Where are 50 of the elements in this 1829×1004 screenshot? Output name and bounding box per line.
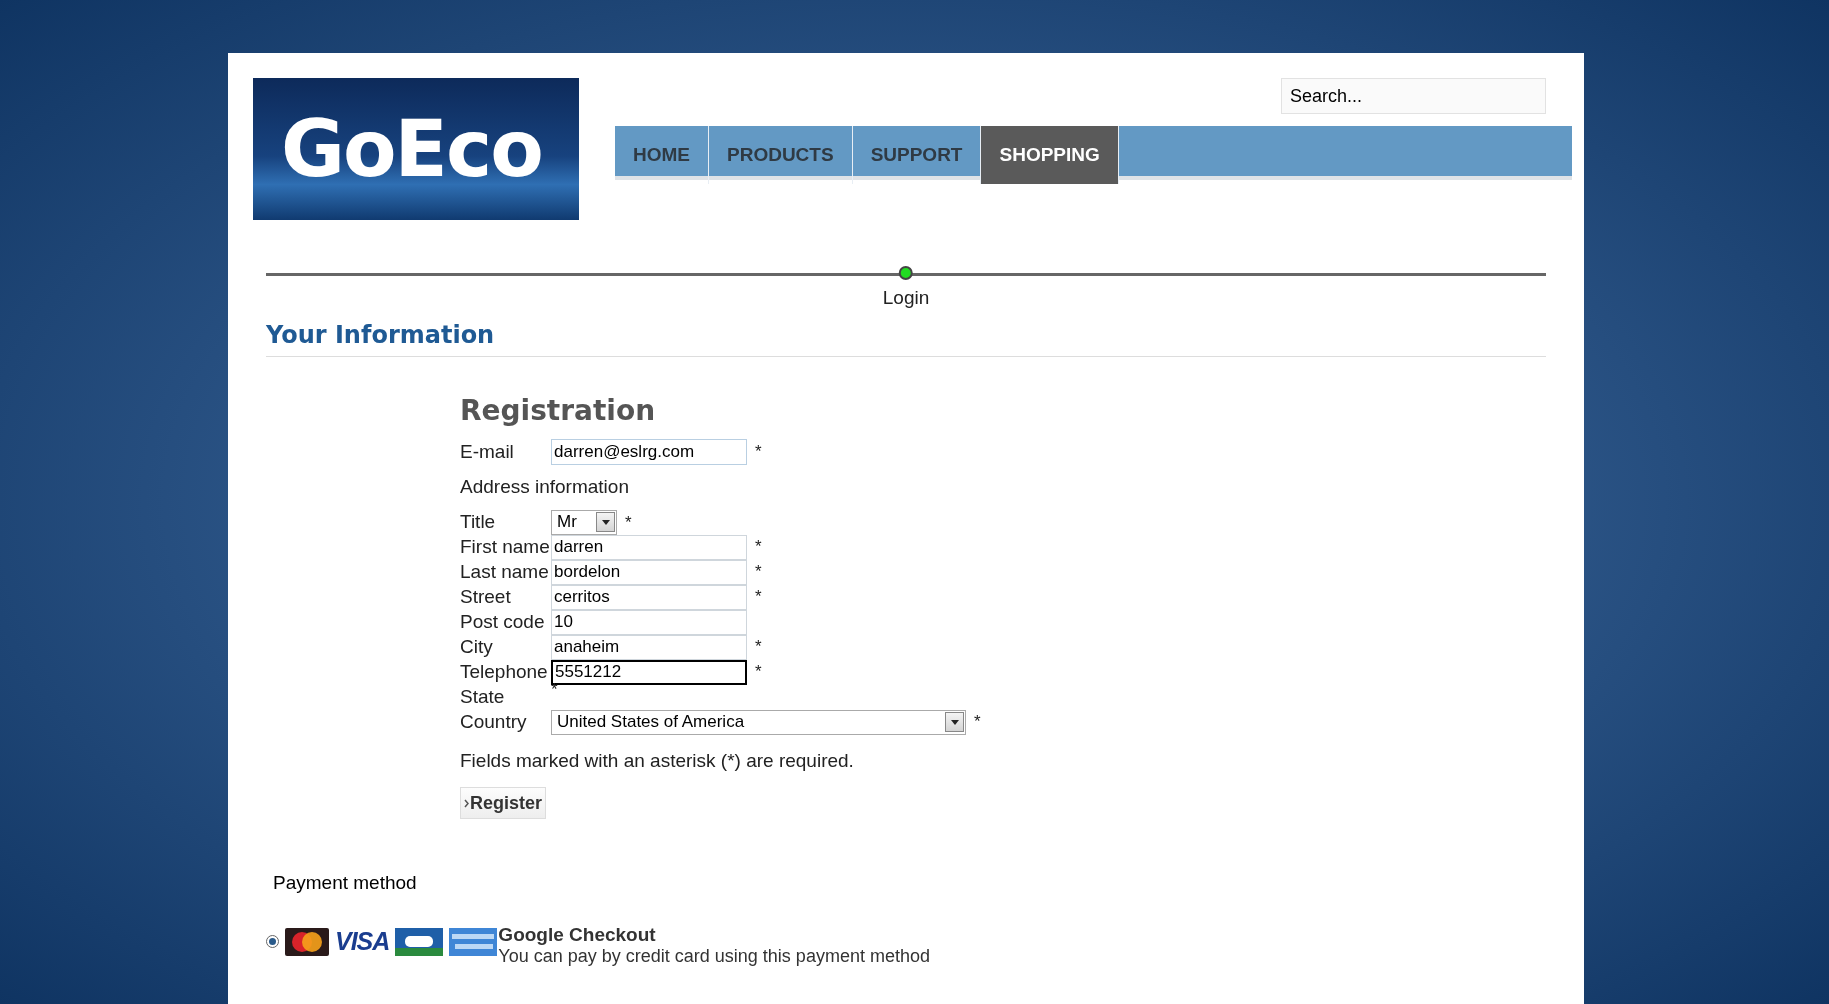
required-mark: * xyxy=(755,636,762,659)
field-label: City xyxy=(460,634,494,659)
card-icon xyxy=(395,927,444,956)
dropdown[interactable]: United States of America xyxy=(551,709,966,735)
section-title: Your Information xyxy=(266,320,496,350)
payment-description: You can pay by credit card using this payment method xyxy=(498,945,930,966)
field-label: Telephone xyxy=(460,659,549,684)
chevron-icon xyxy=(464,798,469,808)
dropdown[interactable]: Mr xyxy=(551,509,617,535)
logo[interactable]: GoEco xyxy=(253,78,579,220)
required-mark: * xyxy=(755,586,762,609)
required-mark: * xyxy=(755,661,762,684)
required-note: Fields marked with an asterisk (*) are required. xyxy=(460,748,855,773)
input-field[interactable]: darren xyxy=(551,534,747,560)
dropdown-value: Mr xyxy=(557,511,577,534)
nav-tab[interactable]: HOME xyxy=(615,126,709,184)
step-label: Login xyxy=(882,286,930,310)
input-field[interactable]: bordelon xyxy=(551,559,747,585)
input-field[interactable]: 5551212 xyxy=(551,659,747,685)
required-mark: * xyxy=(755,536,762,559)
subheading: Address information xyxy=(460,475,630,499)
field-label: Country xyxy=(460,709,528,734)
search-field[interactable]: Search... xyxy=(1281,78,1546,114)
field-label: Post code xyxy=(460,609,546,634)
required-mark: * xyxy=(974,711,981,734)
field-label: Last name xyxy=(460,559,550,584)
field-label: Street xyxy=(460,584,512,609)
required-mark: * xyxy=(755,561,762,584)
payment-name: Google Checkout xyxy=(498,923,657,946)
field-label: First name xyxy=(460,534,551,559)
dropdown-value: United States of America xyxy=(557,711,745,734)
form-heading: Registration xyxy=(460,393,657,429)
input-field[interactable]: cerritos xyxy=(551,584,747,610)
mastercard-icon xyxy=(285,927,329,956)
required-mark: * xyxy=(755,441,762,464)
email-field[interactable]: darren@eslrg.com xyxy=(551,439,747,465)
radio-button[interactable] xyxy=(266,934,279,948)
subheading: Payment method xyxy=(273,871,418,895)
card-logo: VISA xyxy=(335,929,390,954)
field-label: Title xyxy=(460,509,497,534)
nav-tab[interactable]: PRODUCTS xyxy=(709,126,853,184)
nav-tab[interactable]: SHOPPING xyxy=(981,126,1119,184)
required-mark: * xyxy=(625,511,632,534)
logo-text: GoEco xyxy=(281,102,542,196)
field-label: E-mail xyxy=(460,439,515,464)
field-label: State xyxy=(460,684,506,709)
card-icon xyxy=(449,927,498,956)
input-field[interactable]: anaheim xyxy=(551,634,747,660)
register-button[interactable]: Register xyxy=(460,787,547,819)
input-field[interactable]: 10 xyxy=(551,609,747,635)
